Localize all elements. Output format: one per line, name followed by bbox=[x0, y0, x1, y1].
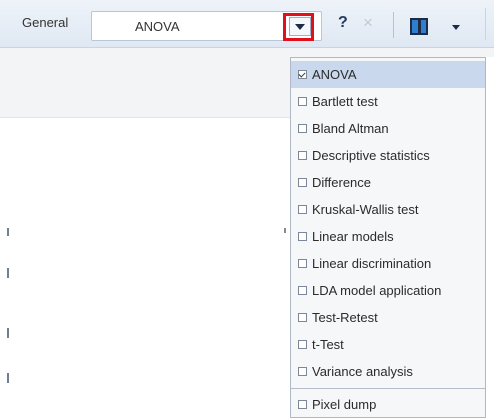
checkbox-icon bbox=[298, 259, 307, 268]
toolbar-edge-divider bbox=[485, 8, 486, 40]
layout-panel-icon[interactable] bbox=[410, 18, 428, 35]
menu-item-descriptive-statistics[interactable]: Descriptive statistics bbox=[291, 142, 485, 169]
menu-item-difference[interactable]: Difference bbox=[291, 169, 485, 196]
section-label: General bbox=[22, 15, 69, 30]
checkbox-icon bbox=[298, 367, 307, 376]
menu-item-label: Bartlett test bbox=[312, 94, 378, 109]
edge-marker bbox=[7, 268, 9, 278]
toolbar: General ANOVA ? × bbox=[0, 0, 494, 48]
edge-marker bbox=[284, 228, 286, 233]
checkbox-icon bbox=[298, 205, 307, 214]
menu-item-label: Descriptive statistics bbox=[312, 148, 430, 163]
menu-item-lda-model-application[interactable]: LDA model application bbox=[291, 277, 485, 304]
close-icon[interactable]: × bbox=[363, 13, 373, 33]
menu-item-label: Linear discrimination bbox=[312, 256, 432, 271]
menu-item-bartlett-test[interactable]: Bartlett test bbox=[291, 88, 485, 115]
menu-item-label: LDA model application bbox=[312, 283, 442, 298]
checkbox-icon bbox=[298, 286, 307, 295]
checkbox-icon bbox=[298, 313, 307, 322]
menu-item-label: t-Test bbox=[312, 337, 344, 352]
menu-item-label: Variance analysis bbox=[312, 364, 413, 379]
menu-item-label: Test-Retest bbox=[312, 310, 378, 325]
edge-marker bbox=[7, 373, 9, 383]
menu-item-variance-analysis[interactable]: Variance analysis bbox=[291, 358, 485, 385]
menu-item-label: Pixel dump bbox=[312, 397, 377, 412]
checkbox-icon bbox=[298, 232, 307, 241]
menu-item-t-test[interactable]: t-Test bbox=[291, 331, 485, 358]
toolbar-separator bbox=[393, 12, 394, 38]
menu-item-label: Kruskal-Wallis test bbox=[312, 202, 419, 217]
menu-item-label: ANOVA bbox=[312, 67, 357, 82]
menu-item-anova[interactable]: ANOVA bbox=[291, 61, 485, 88]
menu-item-linear-discrimination[interactable]: Linear discrimination bbox=[291, 250, 485, 277]
window-edge bbox=[486, 57, 494, 418]
menu-item-pixel-dump[interactable]: Pixel dump bbox=[291, 391, 485, 418]
edge-marker bbox=[7, 228, 9, 236]
checkbox-icon bbox=[298, 178, 307, 187]
checkbox-icon bbox=[298, 70, 307, 79]
checkbox-icon bbox=[298, 340, 307, 349]
menu-item-linear-models[interactable]: Linear models bbox=[291, 223, 485, 250]
menu-item-label: Bland Altman bbox=[312, 121, 389, 136]
checkbox-icon bbox=[298, 151, 307, 160]
menu-item-label: Difference bbox=[312, 175, 372, 190]
checkbox-icon bbox=[298, 124, 307, 133]
menu-item-label: Linear models bbox=[312, 229, 394, 244]
menu-item-kruskal-wallis-test[interactable]: Kruskal-Wallis test bbox=[291, 196, 485, 223]
checkbox-icon bbox=[298, 400, 307, 409]
menu-separator bbox=[291, 388, 485, 389]
menu-item-test-retest[interactable]: Test-Retest bbox=[291, 304, 485, 331]
combo-selected-value: ANOVA bbox=[135, 19, 180, 34]
help-icon[interactable]: ? bbox=[338, 14, 348, 32]
menu-item-bland-altman[interactable]: Bland Altman bbox=[291, 115, 485, 142]
edge-marker bbox=[7, 328, 9, 338]
highlight-annotation bbox=[283, 13, 314, 41]
analysis-dropdown-menu: ANOVA Bartlett test Bland Altman Descrip… bbox=[290, 57, 486, 418]
layout-dropdown-arrow-icon[interactable] bbox=[452, 25, 460, 30]
checkbox-icon bbox=[298, 97, 307, 106]
